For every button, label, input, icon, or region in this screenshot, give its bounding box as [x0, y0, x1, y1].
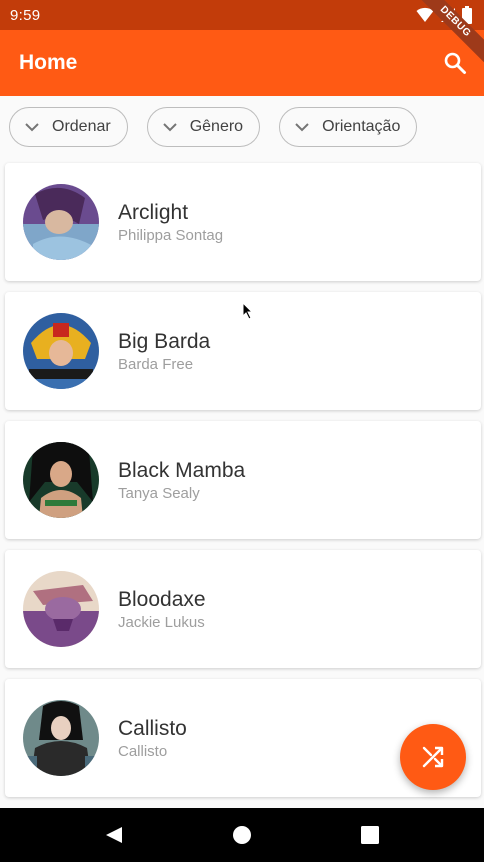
character-name: Bloodaxe — [118, 587, 206, 611]
character-name: Big Barda — [118, 329, 211, 353]
character-real-name: Jackie Lukus — [118, 613, 205, 631]
avatar — [23, 700, 99, 776]
chevron-down-icon — [22, 117, 42, 137]
filter-chip-label: Gênero — [189, 118, 244, 135]
search-button[interactable] — [438, 46, 472, 80]
card-text: Callisto Callisto — [118, 716, 187, 761]
card-text: Arclight Philippa Sontag — [118, 200, 223, 245]
back-icon[interactable] — [104, 825, 124, 845]
character-name: Arclight — [118, 200, 189, 224]
filter-chip-genero[interactable]: Gênero — [146, 107, 261, 147]
chevron-down-icon — [160, 117, 180, 137]
avatar — [23, 571, 99, 647]
list-item[interactable]: Black Mamba Tanya Sealy — [5, 421, 481, 539]
shuffle-icon — [422, 746, 444, 768]
card-text: Bloodaxe Jackie Lukus — [118, 587, 206, 632]
recents-icon[interactable] — [360, 825, 380, 845]
avatar — [23, 442, 99, 518]
status-bar: 9:59 — [0, 0, 484, 30]
character-list: Arclight Philippa Sontag Big Barda Barda… — [5, 163, 481, 808]
filter-chip-label: Ordenar — [52, 118, 111, 135]
status-time: 9:59 — [10, 6, 41, 24]
filter-row: Ordenar Gênero Orientação — [9, 107, 418, 147]
filter-chip-label: Orientação — [322, 118, 401, 135]
card-text: Big Barda Barda Free — [118, 329, 210, 374]
avatar — [23, 184, 99, 260]
character-name: Callisto — [118, 716, 187, 740]
character-real-name: Barda Free — [118, 355, 194, 373]
character-name: Black Mamba — [118, 458, 246, 482]
filter-chip-ordenar[interactable]: Ordenar — [9, 107, 128, 147]
card-text: Black Mamba Tanya Sealy — [118, 458, 245, 503]
chevron-down-icon — [292, 117, 312, 137]
system-nav-bar — [0, 808, 484, 862]
character-real-name: Callisto — [118, 742, 168, 760]
shuffle-button[interactable] — [400, 724, 466, 790]
filter-chip-orientacao[interactable]: Orientação — [279, 107, 418, 147]
list-item[interactable]: Arclight Philippa Sontag — [5, 163, 481, 281]
list-item[interactable]: Bloodaxe Jackie Lukus — [5, 550, 481, 668]
character-real-name: Philippa Sontag — [118, 226, 224, 244]
search-icon — [444, 52, 466, 74]
mouse-cursor-icon — [242, 302, 254, 320]
home-icon[interactable] — [232, 825, 252, 845]
avatar — [23, 313, 99, 389]
character-real-name: Tanya Sealy — [118, 484, 200, 502]
page-title: Home — [19, 51, 78, 74]
app-bar: Home — [0, 30, 484, 96]
